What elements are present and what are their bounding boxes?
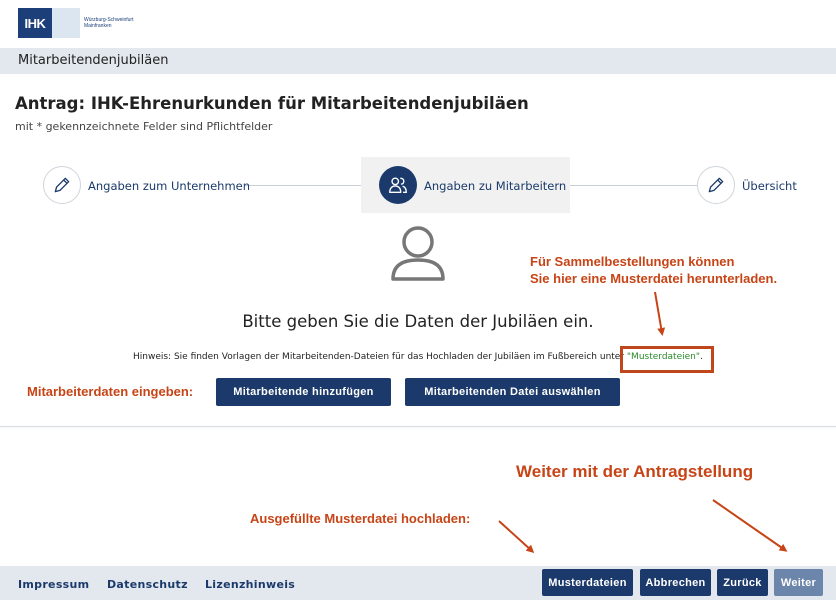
annotation-arrows bbox=[498, 291, 788, 554]
cancel-button[interactable]: Abbrechen bbox=[640, 569, 711, 596]
page: IHK Würzburg-Schweinfurt Mainfranken Mit… bbox=[0, 0, 836, 600]
next-button[interactable]: Weiter bbox=[774, 569, 823, 596]
musterdateien-button[interactable]: Musterdateien bbox=[542, 569, 633, 596]
footer-link-lizenzhinweis[interactable]: Lizenzhinweis bbox=[205, 578, 295, 591]
back-button[interactable]: Zurück bbox=[717, 569, 768, 596]
arrow-to-weiter bbox=[712, 499, 788, 552]
footer-link-impressum[interactable]: Impressum bbox=[18, 578, 89, 591]
arrow-to-musterdateien bbox=[498, 520, 535, 554]
footer-link-datenschutz[interactable]: Datenschutz bbox=[107, 578, 188, 591]
arrow-to-hint bbox=[654, 291, 666, 336]
